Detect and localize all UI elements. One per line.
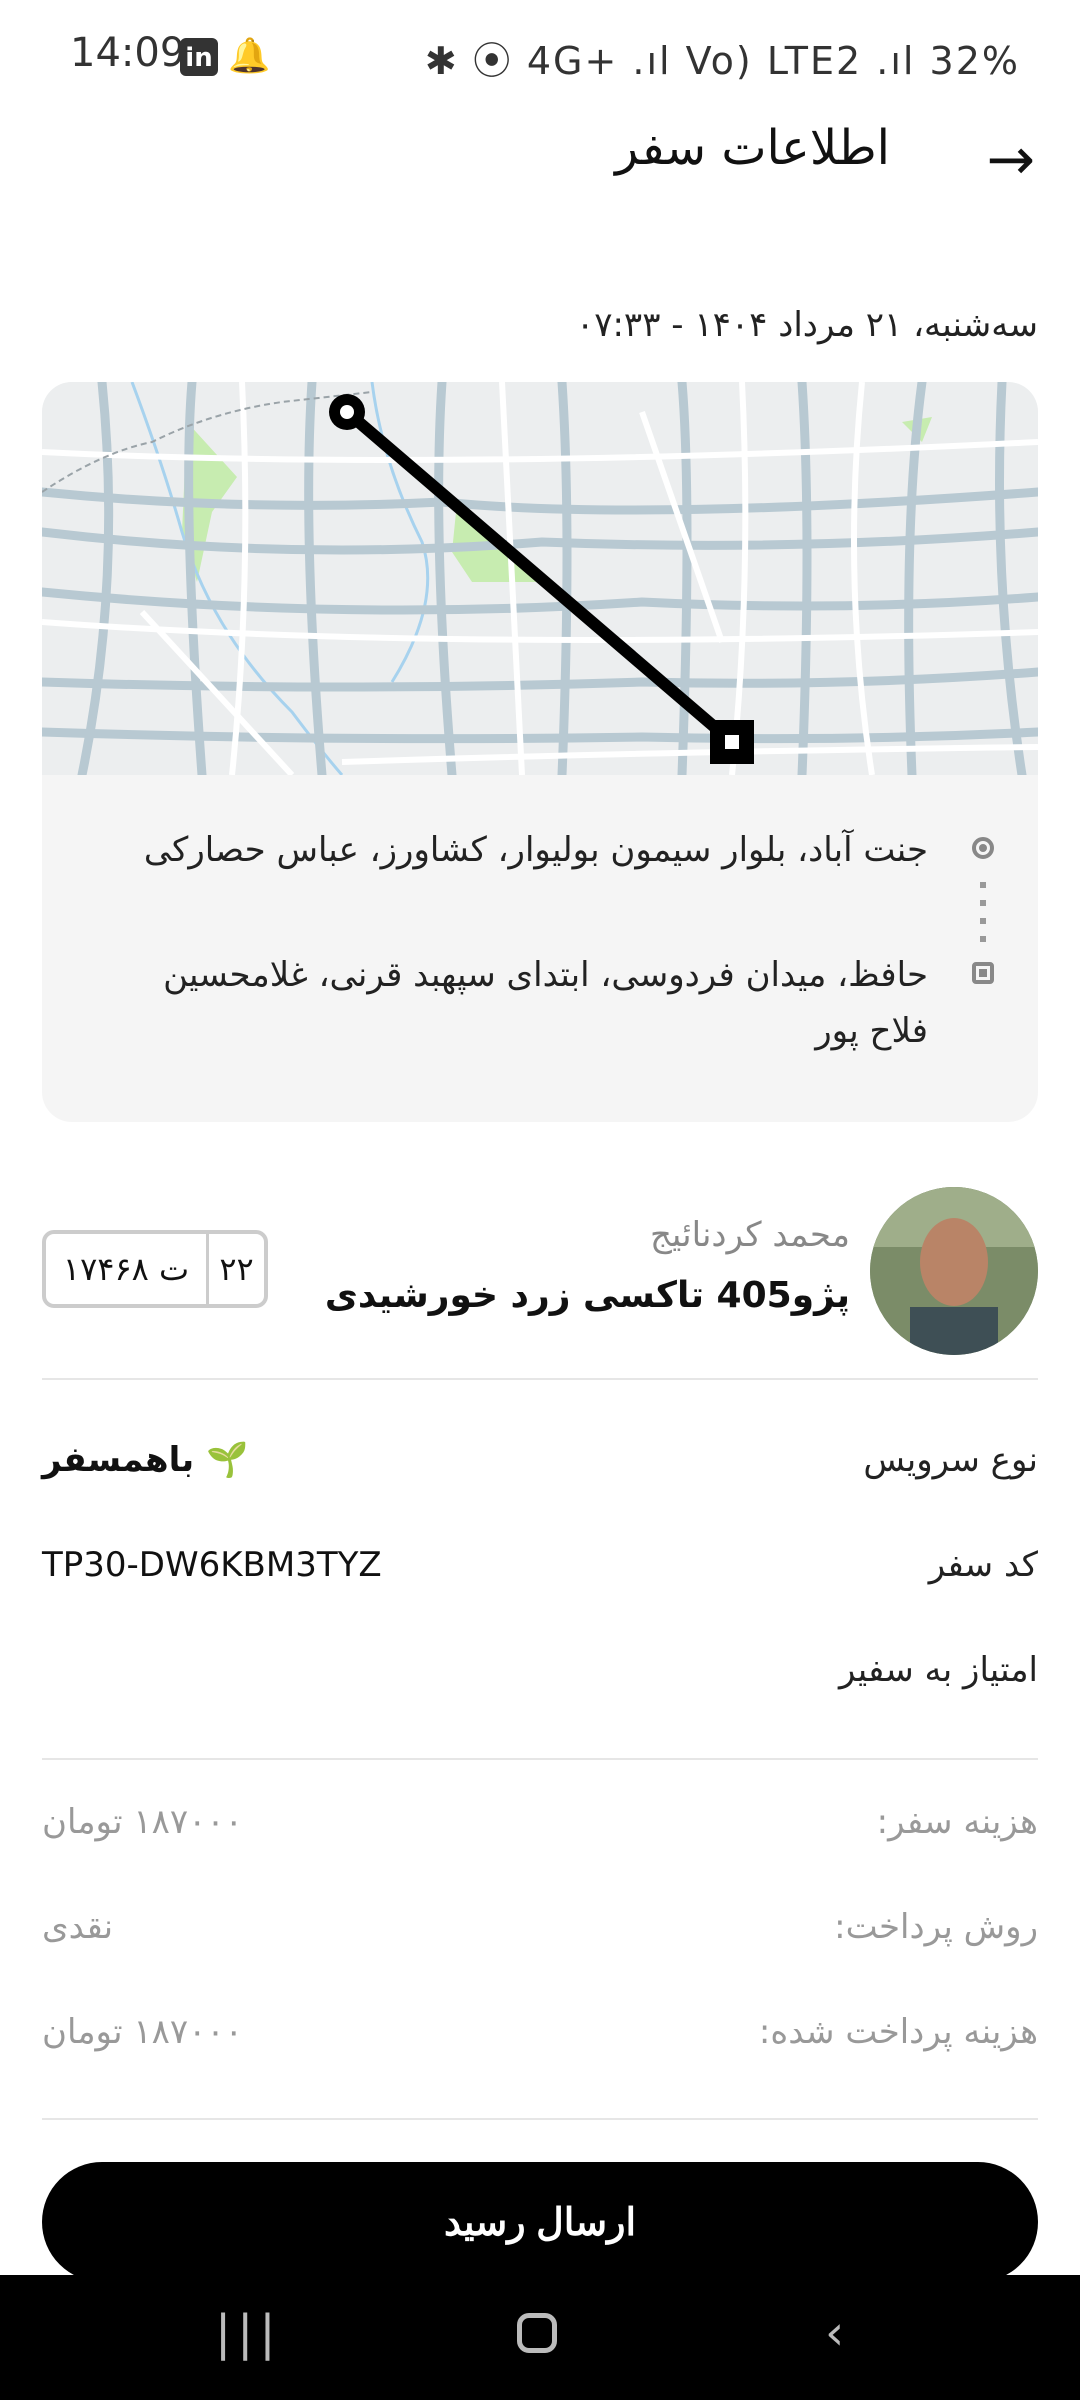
payment-method-label: روش پرداخت: [834,1907,1038,1947]
service-type-text: باهمسفر [42,1440,195,1480]
route-dots-icon [980,882,986,952]
fare-value: ۱۸۷۰۰۰ تومان [42,1802,243,1842]
send-receipt-button[interactable]: ارسال رسید [42,2162,1038,2282]
destination-address: حافظ، میدان فردوسی، ابتدای سپهبد قرنی، غ… [163,955,928,1051]
rate-ambassador-link[interactable]: امتیاز به سفیر [839,1650,1038,1690]
divider [42,2118,1038,2120]
status-indicators: ✱ ⦿ 4G+ .ıl Vo) LTE2 .ıl 32% [424,39,1020,83]
home-icon[interactable] [517,2313,557,2353]
divider [42,1378,1038,1380]
paid-amount-label: هزینه پرداخت شده: [758,2012,1038,2052]
page-title: اطلاعات سفر [615,120,890,176]
back-icon[interactable]: ‹ [825,2305,844,2361]
plate-region: ۲۲ [219,1250,254,1288]
route-map[interactable] [42,382,1038,775]
license-plate: ۱۷۴ت ۶۸ ۲۲ [42,1230,268,1308]
trip-date: سه‌شنبه، ۲۱ مرداد ۱۴۰۴ - ۰۷:۳۳ [575,305,1038,345]
status-bar: 14:09 in 🔔 ✱ ⦿ 4G+ .ıl Vo) LTE2 .ıl 32% [0,0,1080,115]
plate-number: ۱۷۴ت ۶۸ [46,1234,209,1304]
recent-apps-icon[interactable]: ||| [215,2305,282,2361]
divider [42,1758,1038,1760]
car-model: پژو405 تاکسی زرد خورشیدی [324,1275,850,1316]
driver-avatar [870,1187,1038,1355]
paid-amount-value: ۱۸۷۰۰۰ تومان [42,2012,243,2052]
sprout-icon: 🌱 [205,1440,249,1480]
fare-label: هزینه سفر: [876,1802,1038,1842]
payment-method-value: نقدی [42,1907,114,1947]
back-arrow-icon[interactable]: → [986,125,1035,193]
status-time: 14:09 [70,30,186,76]
system-nav-bar: ||| ‹ [0,2275,1080,2400]
origin-marker-icon [972,837,994,859]
service-type-label: نوع سرویس [863,1440,1038,1480]
trip-code-label: کد سفر [928,1545,1038,1585]
service-type-value: 🌱 باهمسفر [42,1440,248,1480]
trip-route-card: جنت آباد، بلوار سیمون بولیوار، کشاورز، ع… [42,382,1038,1122]
trip-code-value[interactable]: TP30-DW6KBM3TYZ [42,1545,382,1585]
linkedin-icon: in [180,38,218,76]
origin-address: جنت آباد، بلوار سیمون بولیوار، کشاورز، ع… [143,830,928,870]
bell-icon: 🔔 [228,36,271,76]
destination-marker-icon [972,962,994,984]
driver-name: محمد کردنائیج [649,1215,850,1255]
